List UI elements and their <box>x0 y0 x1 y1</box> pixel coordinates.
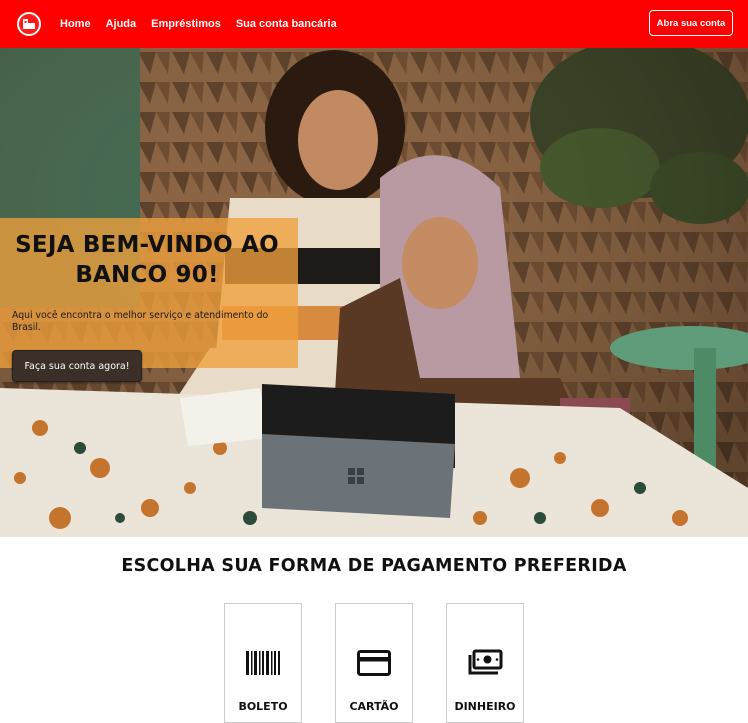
payment-option-label: DINHEIRO <box>454 700 516 713</box>
nav-link-ajuda[interactable]: Ajuda <box>106 18 137 30</box>
payment-option-dinheiro[interactable]: DINHEIRO <box>446 603 524 723</box>
hero-title: SEJA BEM-VINDO AO BANCO 90! <box>15 232 279 288</box>
barcode-icon <box>244 648 282 678</box>
payment-section-title: ESCOLHA SUA FORMA DE PAGAMENTO PREFERIDA <box>121 556 627 576</box>
nav-link-emprestimos[interactable]: Empréstimos <box>151 18 221 30</box>
payment-option-cartao[interactable]: CARTÃO <box>335 603 413 723</box>
hero-banner: SEJA BEM-VINDO AO BANCO 90! Aqui você en… <box>0 48 748 537</box>
payment-option-label: CARTÃO <box>349 700 399 713</box>
nav-menu: Home Ajuda Empréstimos Sua conta bancári… <box>60 0 352 48</box>
navbar: Home Ajuda Empréstimos Sua conta bancári… <box>0 0 748 48</box>
nav-link-home[interactable]: Home <box>60 18 91 30</box>
cash-icon <box>466 648 504 678</box>
create-account-button[interactable]: Faça sua conta agora! <box>12 350 142 382</box>
hero-subtitle: Aqui você encontra o melhor serviço e at… <box>12 310 269 333</box>
open-account-button[interactable]: Abra sua conta <box>649 10 733 36</box>
nav-link-conta-bancaria[interactable]: Sua conta bancária <box>236 18 337 30</box>
payment-option-boleto[interactable]: BOLETO <box>224 603 302 723</box>
hero-welcome-card: SEJA BEM-VINDO AO BANCO 90! Aqui você en… <box>0 218 298 382</box>
payment-option-label: BOLETO <box>238 700 288 713</box>
bank-building-icon[interactable] <box>17 12 41 36</box>
credit-card-icon <box>355 648 393 678</box>
